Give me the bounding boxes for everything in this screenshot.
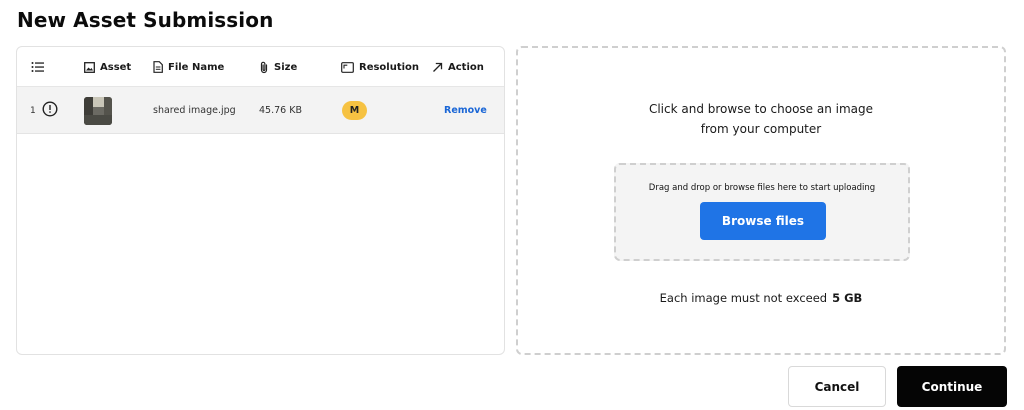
dropzone-text: Drag and drop or browse files here to st… [648, 183, 876, 193]
image-icon [84, 61, 95, 73]
page-title: New Asset Submission [17, 8, 274, 32]
paperclip-icon [259, 61, 269, 74]
continue-button[interactable]: Continue [897, 366, 1007, 407]
size-cell: 45.76 KB [259, 105, 302, 116]
browse-files-button[interactable]: Browse files [700, 202, 826, 240]
resolution-cell: M [342, 87, 367, 134]
header-size: Size [259, 47, 297, 87]
file-name-cell: shared image.jpg [153, 105, 236, 116]
size-limit-text: Each image must not exceed 5 GB [518, 291, 1004, 305]
table-row: 1 shared image.jpg 45.76 KB M Remove [17, 87, 504, 134]
upload-panel[interactable]: Click and browse to choose an image from… [516, 46, 1006, 355]
document-icon [153, 61, 163, 73]
header-asset: Asset [84, 47, 131, 87]
resolution-icon [341, 61, 354, 73]
list-icon[interactable] [31, 47, 44, 87]
header-file-name: File Name [153, 47, 224, 87]
header-file-name-label: File Name [168, 61, 225, 73]
resolution-badge: M [342, 101, 367, 120]
size-limit-label: Each image must not exceed [659, 291, 828, 305]
header-action-label: Action [448, 61, 484, 73]
header-resolution-label: Resolution [359, 61, 420, 73]
remove-button[interactable]: Remove [444, 105, 487, 116]
arrow-up-right-icon [432, 62, 443, 73]
size-limit-value: 5 GB [832, 291, 863, 305]
upload-heading-line2: from your computer [700, 122, 822, 136]
upload-heading-line1: Click and browse to choose an image [648, 102, 874, 116]
header-action: Action [432, 47, 484, 87]
upload-heading: Click and browse to choose an image from… [518, 99, 1004, 139]
table-header: Asset File Name Size Resolution Action [17, 47, 504, 87]
asset-thumbnail[interactable] [84, 96, 112, 125]
header-asset-label: Asset [100, 61, 132, 73]
cancel-button[interactable]: Cancel [788, 366, 886, 407]
alert-circle-icon [42, 101, 58, 120]
row-index-cell: 1 [30, 87, 58, 134]
action-cell: Remove [444, 87, 487, 134]
header-resolution: Resolution [341, 47, 419, 87]
header-size-label: Size [274, 61, 298, 73]
row-index: 1 [30, 105, 36, 116]
asset-table: Asset File Name Size Resolution Action 1 [16, 46, 505, 355]
asset-thumbnail-cell [84, 87, 112, 134]
dropzone[interactable]: Drag and drop or browse files here to st… [614, 163, 910, 261]
